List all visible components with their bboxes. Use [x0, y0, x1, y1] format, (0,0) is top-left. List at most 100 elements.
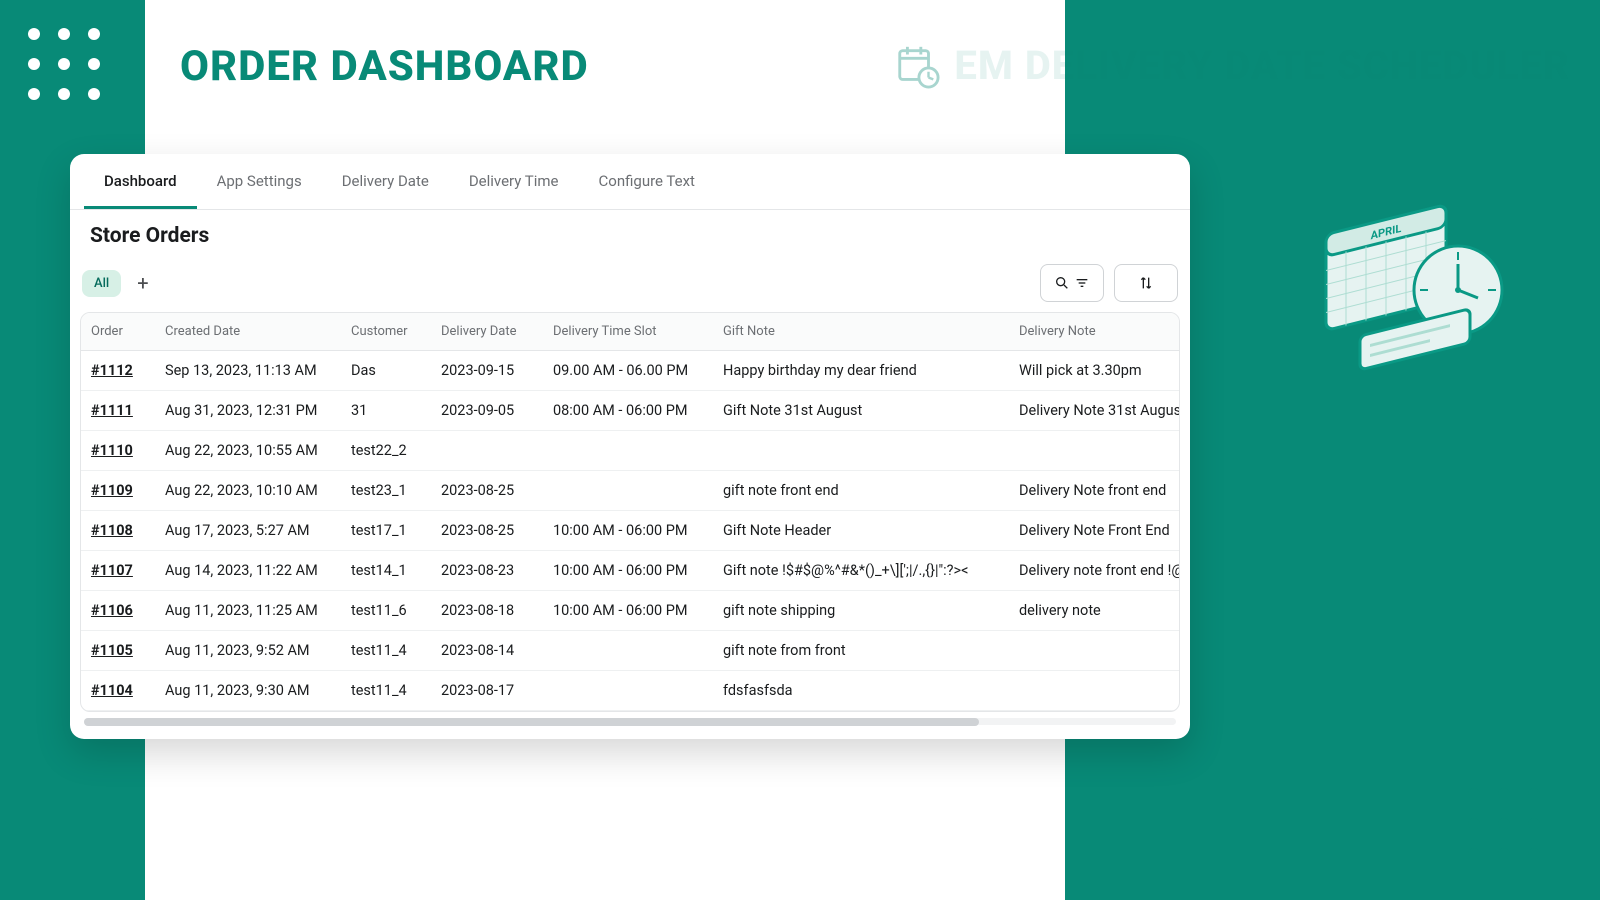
brand-watermark: EM DELIVERY DATE SCHEDULER — [894, 42, 1570, 89]
cell-delivery-date: 2023-09-15 — [431, 351, 543, 390]
cell-customer: test11_4 — [341, 671, 431, 710]
col-created-date: Created Date — [155, 313, 341, 350]
filter-icon — [1074, 275, 1090, 291]
search-icon — [1054, 275, 1070, 291]
cell-delivery-slot — [543, 671, 713, 710]
cell-delivery-note: Delivery note front end !@ — [1009, 551, 1179, 590]
cell-gift-note: Happy birthday my dear friend — [713, 351, 1009, 390]
order-link[interactable]: #1108 — [91, 522, 133, 539]
sort-button[interactable] — [1114, 264, 1178, 302]
cell-delivery-date: 2023-08-25 — [431, 471, 543, 510]
tab-app-settings[interactable]: App Settings — [197, 154, 322, 209]
cell-created: Aug 11, 2023, 9:52 AM — [155, 631, 341, 670]
tab-configure-text[interactable]: Configure Text — [579, 154, 715, 209]
cell-created: Aug 14, 2023, 11:22 AM — [155, 551, 341, 590]
table-row: #1103Aug 11, 2023, 9:27 AMtest11_32023-0… — [81, 711, 1179, 712]
cell-gift-note: gift note from front — [713, 631, 1009, 670]
cell-customer: test11_6 — [341, 591, 431, 630]
cell-gift-note — [713, 431, 1009, 470]
cell-delivery-date: 2023-08-14 — [431, 631, 543, 670]
cell-delivery-date: 2023-08-23 — [431, 551, 543, 590]
orders-table: Order Created Date Customer Delivery Dat… — [80, 312, 1180, 712]
tab-delivery-time[interactable]: Delivery Time — [449, 154, 579, 209]
table-row: #1110 Aug 22, 2023, 10:55 AMtest22_2 — [81, 431, 1179, 471]
cell-delivery-date: 2023-09-05 — [431, 391, 543, 430]
col-delivery-slot: Delivery Time Slot — [543, 313, 713, 350]
order-link[interactable]: #1107 — [91, 562, 133, 579]
order-link[interactable]: #1104 — [91, 682, 133, 699]
cell-gift-note: gift note front end — [713, 471, 1009, 510]
calendar-clock-illustration: APRIL — [1320, 190, 1520, 390]
cell-delivery-date: 2023-08-17 — [431, 671, 543, 710]
order-link[interactable]: #1109 — [91, 482, 133, 499]
scrollbar-thumb[interactable] — [84, 718, 979, 726]
table-toolbar: All + — [70, 248, 1190, 312]
cell-delivery-date: 2023-08-18 — [431, 591, 543, 630]
tab-delivery-date[interactable]: Delivery Date — [322, 154, 449, 209]
cell-customer: test11_4 — [341, 631, 431, 670]
table-body: #1112 Sep 13, 2023, 11:13 AMDas2023-09-15… — [81, 351, 1179, 712]
cell-created: Sep 13, 2023, 11:13 AM — [155, 351, 341, 390]
tab-bar: Dashboard App Settings Delivery Date Del… — [70, 154, 1190, 210]
cell-delivery-slot — [543, 431, 713, 470]
cell-delivery-note — [1009, 431, 1179, 470]
brand-name: EM DELIVERY DATE SCHEDULER — [954, 42, 1570, 89]
cell-delivery-note: Delivery Note 31st Augus — [1009, 391, 1179, 430]
cell-delivery-date: 2023-08-25 — [431, 511, 543, 550]
cell-delivery-note: Will pick at 3.30pm — [1009, 351, 1179, 390]
tab-dashboard[interactable]: Dashboard — [84, 154, 197, 209]
cell-customer: test22_2 — [341, 431, 431, 470]
order-link[interactable]: #1112 — [91, 362, 133, 379]
cell-created: Aug 11, 2023, 9:30 AM — [155, 671, 341, 710]
order-link[interactable]: #1106 — [91, 602, 133, 619]
col-customer: Customer — [341, 313, 431, 350]
order-link[interactable]: #1110 — [91, 442, 133, 459]
table-row: #1106 Aug 11, 2023, 11:25 AMtest11_62023-… — [81, 591, 1179, 631]
cell-customer: test23_1 — [341, 471, 431, 510]
cell-created: Aug 11, 2023, 11:25 AM — [155, 591, 341, 630]
table-row: #1105 Aug 11, 2023, 9:52 AMtest11_42023-0… — [81, 631, 1179, 671]
cell-gift-note: Gift Note 31st August — [713, 391, 1009, 430]
cell-delivery-slot — [543, 631, 713, 670]
order-link[interactable]: #1111 — [91, 402, 133, 419]
order-link[interactable]: #1105 — [91, 642, 133, 659]
cell-delivery-slot — [543, 471, 713, 510]
cell-customer: Das — [341, 351, 431, 390]
table-row: #1112 Sep 13, 2023, 11:13 AMDas2023-09-15… — [81, 351, 1179, 391]
cell-gift-note: fdsfasfsda — [713, 671, 1009, 710]
cell-created: Aug 11, 2023, 9:27 AM — [155, 711, 341, 712]
cell-delivery-note: delivery note — [1009, 591, 1179, 630]
table-header-row: Order Created Date Customer Delivery Dat… — [81, 313, 1179, 351]
add-filter-button[interactable]: + — [131, 269, 154, 297]
section-title: Store Orders — [70, 210, 1190, 248]
cell-delivery-note: Delivery Note front end — [1009, 471, 1179, 510]
calendar-clock-icon — [894, 43, 940, 89]
filter-chip-all[interactable]: All — [82, 270, 121, 297]
col-delivery-note: Delivery Note — [1009, 313, 1179, 350]
cell-delivery-note: Delivery Note Front End — [1009, 511, 1179, 550]
cell-created: Aug 22, 2023, 10:55 AM — [155, 431, 341, 470]
table-row: #1108Aug 17, 2023, 5:27 AMtest17_12023-0… — [81, 511, 1179, 551]
search-filter-button[interactable] — [1040, 264, 1104, 302]
cell-gift-note — [713, 711, 1009, 712]
orders-card: Dashboard App Settings Delivery Date Del… — [70, 154, 1190, 739]
cell-delivery-slot — [543, 711, 713, 712]
cell-delivery-slot: 08:00 AM - 06:00 PM — [543, 391, 713, 430]
cell-delivery-slot: 09.00 AM - 06.00 PM — [543, 351, 713, 390]
table-row: #1104 Aug 11, 2023, 9:30 AMtest11_42023-0… — [81, 671, 1179, 711]
decorative-dots-bottom-right — [1468, 788, 1540, 860]
cell-delivery-slot: 10:00 AM - 06:00 PM — [543, 591, 713, 630]
cell-delivery-note — [1009, 711, 1179, 712]
table-row: #1107 Aug 14, 2023, 11:22 AMtest14_12023-… — [81, 551, 1179, 591]
cell-delivery-note — [1009, 671, 1179, 710]
cell-customer: 31 — [341, 391, 431, 430]
cell-delivery-date — [431, 431, 543, 470]
horizontal-scrollbar[interactable] — [84, 718, 1176, 725]
cell-delivery-date: 2023-08-18 — [431, 711, 543, 712]
cell-delivery-slot: 10:00 AM - 06:00 PM — [543, 551, 713, 590]
cell-delivery-note — [1009, 631, 1179, 670]
cell-delivery-slot: 10:00 AM - 06:00 PM — [543, 511, 713, 550]
col-order: Order — [81, 313, 155, 350]
cell-customer: test14_1 — [341, 551, 431, 590]
cell-customer: test17_1 — [341, 511, 431, 550]
